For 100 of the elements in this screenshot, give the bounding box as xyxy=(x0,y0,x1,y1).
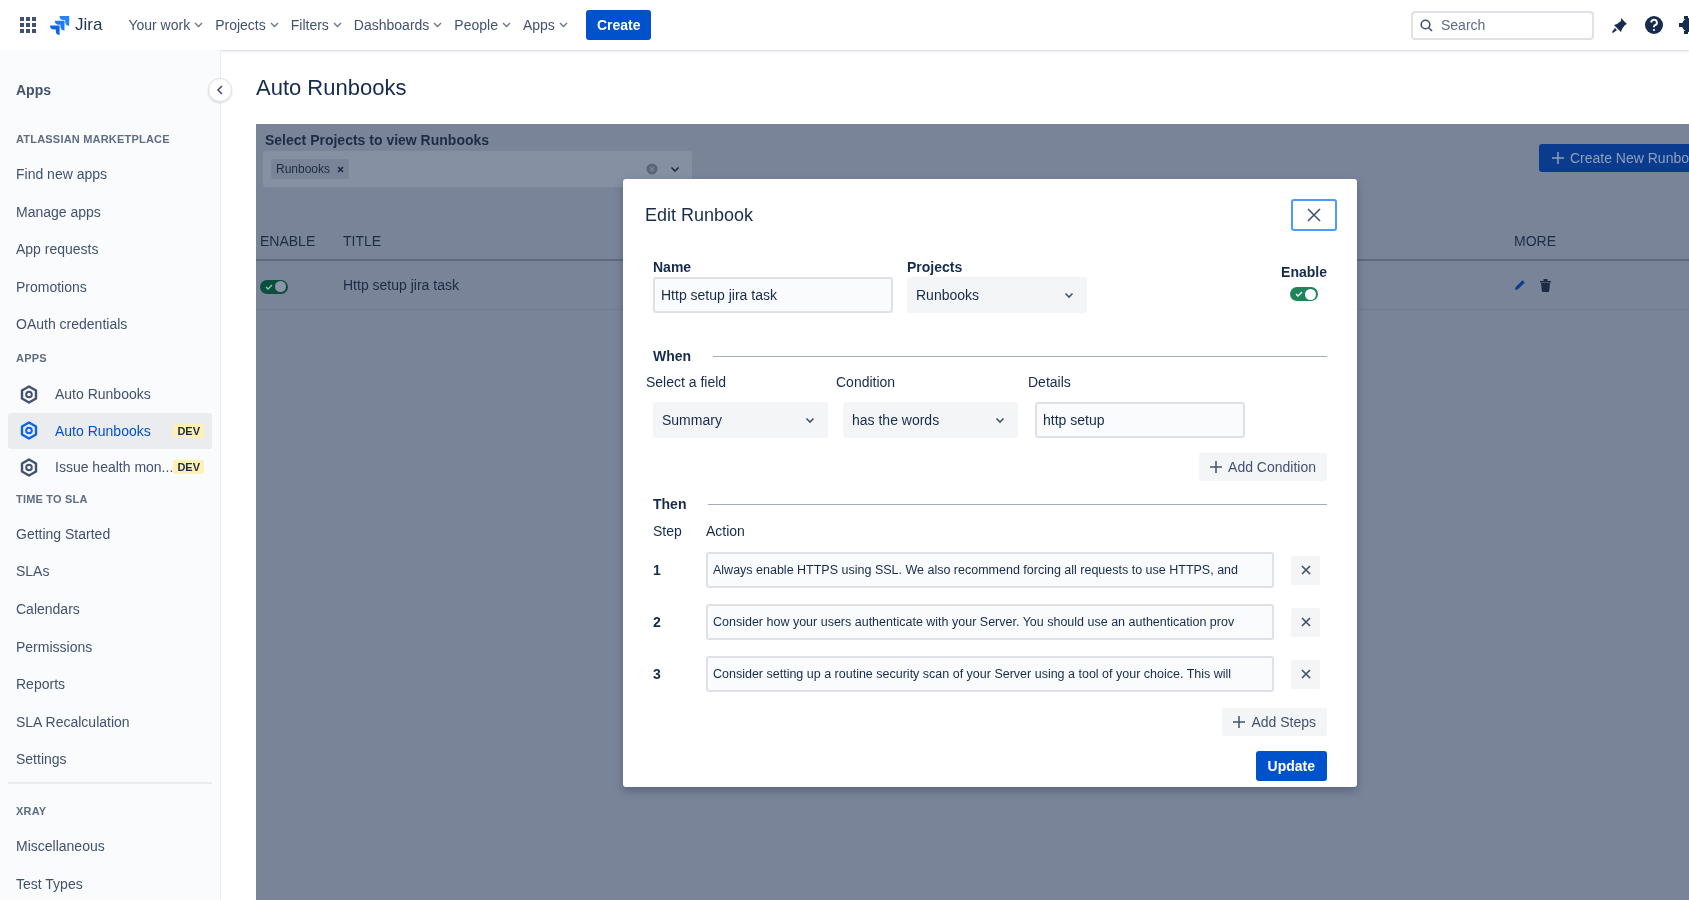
sidebar-item[interactable]: Getting Started xyxy=(8,516,212,551)
search-field[interactable]: Search xyxy=(1411,10,1594,40)
project-multiselect[interactable]: Runbooks xyxy=(263,151,692,187)
app-label: Issue health mon... xyxy=(55,459,174,476)
jira-logo-icon xyxy=(50,15,70,35)
section-heading: Then xyxy=(653,496,687,513)
chevron-down-icon[interactable] xyxy=(670,165,680,173)
hexagon-icon xyxy=(20,421,38,441)
field-label: Name xyxy=(653,259,692,276)
sidebar-item[interactable]: SLA Recalculation xyxy=(8,704,212,739)
sidebar-item[interactable]: Manage apps xyxy=(8,194,212,229)
create-runbook-button[interactable]: Create New Runbo xyxy=(1538,144,1689,172)
section-heading: APPS xyxy=(15,350,48,366)
check-icon xyxy=(1295,291,1304,297)
chevron-down-icon xyxy=(194,22,204,28)
remove-step-button[interactable] xyxy=(1291,607,1320,637)
app-switcher-icon[interactable] xyxy=(20,17,36,33)
collapse-button[interactable] xyxy=(208,78,232,102)
nav-menu[interactable]: Your work xyxy=(122,11,210,39)
sidebar-item[interactable]: Auto Runbooks xyxy=(8,375,212,413)
sidebar-item[interactable]: Miscellaneous xyxy=(8,829,212,864)
action-field[interactable]: Consider how your users authenticate with your Server. You should use an authentication prov xyxy=(706,604,1274,640)
dev-badge: DEV xyxy=(173,460,204,475)
section-heading: XRAY xyxy=(15,804,48,820)
chevron-down-icon xyxy=(558,22,568,28)
nav-menu[interactable]: Dashboards xyxy=(347,11,449,39)
step-number: 2 xyxy=(653,614,661,630)
sidebar-title: Apps xyxy=(15,81,52,100)
chevron-down-icon xyxy=(501,22,511,28)
sidebar-item[interactable]: Promotions xyxy=(8,269,212,304)
field-label: Projects xyxy=(907,259,963,276)
sidebar-item[interactable]: OAuth credentials xyxy=(8,307,212,342)
chevron-left-icon xyxy=(216,85,224,95)
condition-select[interactable]: has the words xyxy=(843,402,1018,438)
field-label: Select a field xyxy=(646,374,727,391)
app-label: Auto Runbooks xyxy=(55,422,152,439)
filter-label: Select Projects to view Runbooks xyxy=(265,132,491,148)
sidebar-item[interactable]: Permissions xyxy=(8,629,212,664)
plus-icon xyxy=(1233,716,1246,728)
nav-menu[interactable]: Projects xyxy=(209,11,285,39)
remove-step-button[interactable] xyxy=(1291,659,1320,689)
add-condition-button[interactable]: Add Condition xyxy=(1199,453,1327,481)
chevron-down-icon xyxy=(433,22,443,28)
details-field[interactable]: http setup xyxy=(1035,402,1245,438)
projects-select[interactable]: Runbooks xyxy=(907,277,1087,313)
hexagon-icon xyxy=(20,457,38,477)
sidebar-item[interactable]: Issue health mon... DEV xyxy=(8,449,212,486)
field-select[interactable]: Summary xyxy=(653,402,828,438)
chevron-down-icon xyxy=(805,416,815,424)
column-header: Step xyxy=(653,523,683,540)
step-number: 3 xyxy=(653,666,661,682)
enable-toggle[interactable] xyxy=(260,279,288,294)
sidebar-item[interactable]: Settings xyxy=(8,742,212,777)
delete-icon[interactable] xyxy=(1540,278,1551,292)
create-button[interactable]: Create xyxy=(585,10,652,40)
chevron-down-icon xyxy=(995,416,1005,424)
sidebar-item[interactable]: SLAs xyxy=(8,554,212,589)
chevron-down-icon xyxy=(1064,291,1074,299)
action-field[interactable]: Always enable HTTPS using SSL. We also recommend forcing all requests to use HTTPS, and xyxy=(706,552,1274,588)
chevron-down-icon xyxy=(269,22,279,28)
name-field[interactable]: Http setup jira task xyxy=(653,277,893,313)
plus-icon xyxy=(1210,461,1223,473)
column-header: MORE xyxy=(1514,233,1556,249)
enable-toggle[interactable] xyxy=(1290,287,1319,301)
nav-menu[interactable]: People xyxy=(448,11,517,39)
plus-icon xyxy=(1551,152,1564,164)
chevron-down-icon xyxy=(332,22,342,28)
help-icon[interactable] xyxy=(1644,15,1664,35)
sidebar-item[interactable]: Auto Runbooks DEV xyxy=(8,412,212,450)
column-header: TITLE xyxy=(343,233,382,249)
remove-icon[interactable] xyxy=(337,165,345,173)
close-icon xyxy=(1300,565,1311,575)
update-button[interactable]: Update xyxy=(1255,751,1327,781)
field-label: Condition xyxy=(836,374,896,391)
sidebar-item[interactable]: Find new apps xyxy=(8,157,212,191)
remove-step-button[interactable] xyxy=(1291,555,1320,585)
sidebar-item[interactable]: Calendars xyxy=(8,591,212,626)
action-field[interactable]: Consider setting up a routine security scan of your Server using a tool of your choice. This will xyxy=(706,656,1274,692)
sidebar-item[interactable]: App requests xyxy=(8,232,212,267)
project-tag[interactable]: Runbooks xyxy=(271,159,350,179)
page-title: Auto Runbooks xyxy=(256,74,408,102)
search-icon xyxy=(1420,18,1433,32)
close-icon xyxy=(1300,617,1311,627)
section-heading: ATLASSIAN MARKETPLACE xyxy=(15,132,171,147)
step-number: 1 xyxy=(653,562,661,578)
product-name[interactable]: Jira xyxy=(75,15,103,35)
edit-icon[interactable] xyxy=(1514,279,1526,291)
sidebar-item[interactable]: Reports xyxy=(8,667,212,702)
section-heading: When xyxy=(653,348,692,365)
column-header: Action xyxy=(706,523,745,540)
add-steps-button[interactable]: Add Steps xyxy=(1222,708,1327,736)
app-label: Auto Runbooks xyxy=(55,386,152,403)
nav-menu[interactable]: Filters xyxy=(284,11,348,39)
nav-menu[interactable]: Apps xyxy=(516,11,574,39)
sidebar-item[interactable]: Test Types xyxy=(8,866,212,900)
check-icon xyxy=(265,283,273,290)
column-header: ENABLE xyxy=(260,233,316,249)
field-label: Enable xyxy=(1281,264,1327,281)
close-button[interactable] xyxy=(1291,199,1337,231)
field-label: Details xyxy=(1028,374,1071,391)
